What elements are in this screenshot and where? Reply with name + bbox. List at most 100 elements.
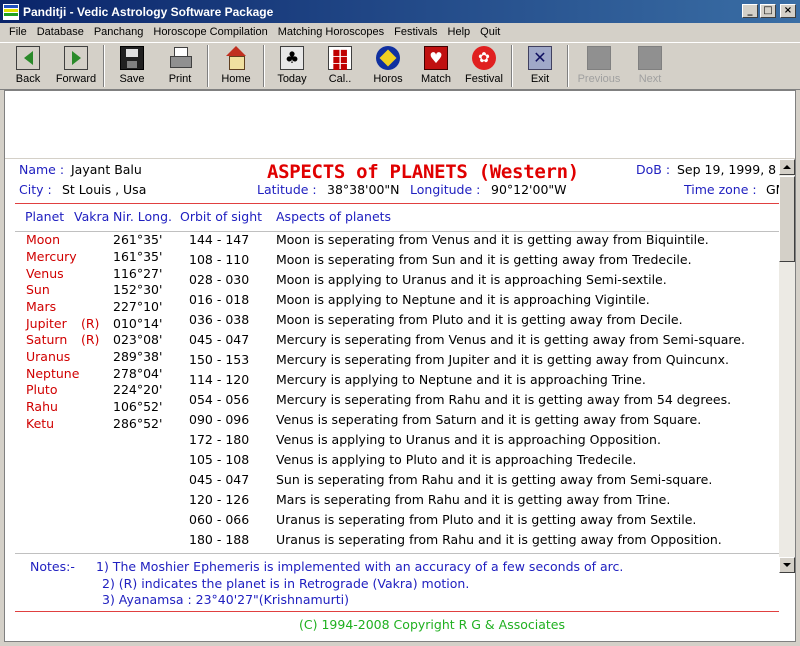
horos-label: Horos xyxy=(373,73,403,85)
aspect-orbit: 105 - 108 xyxy=(189,452,250,467)
home-label: Home xyxy=(221,73,251,85)
note-1: 1) The Moshier Ephemeris is implemented … xyxy=(96,559,624,574)
clubs-card-icon: ♣ xyxy=(280,46,304,70)
scroll-thumb[interactable] xyxy=(779,176,795,262)
aspect-text: Moon is seperating from Sun and it is ge… xyxy=(276,252,692,267)
aspect-row: 045 - 047 Mercury is seperating from Venu… xyxy=(5,332,779,352)
minimize-button[interactable]: _ xyxy=(742,4,758,18)
longitude-label: Longitude : xyxy=(410,182,481,197)
aspect-row: 120 - 126 Mars is seperating from Rahu an… xyxy=(5,492,779,512)
aspect-text: Mercury is seperating from Venus and it … xyxy=(276,332,745,347)
print-button[interactable]: Print xyxy=(156,43,204,89)
aspect-row: 105 - 108 Venus is applying to Pluto and … xyxy=(5,452,779,472)
toolbar-separator xyxy=(567,45,569,87)
report-title: ASPECTS of PLANETS (Western) xyxy=(267,161,579,183)
footer-divider xyxy=(15,611,779,612)
aspect-row: 016 - 018 Moon is applying to Neptune and… xyxy=(5,292,779,312)
menu-panchang[interactable]: Panchang xyxy=(89,26,149,38)
toolbar-separator xyxy=(263,45,265,87)
aspect-text: Venus is applying to Pluto and it is app… xyxy=(276,452,637,467)
aspect-text: Moon is applying to Uranus and it is app… xyxy=(276,272,667,287)
forward-button[interactable]: Forward xyxy=(52,43,100,89)
calendar-label: Cal.. xyxy=(328,73,352,85)
report-viewer: Name : Jayant Balu ASPECTS of PLANETS (W… xyxy=(4,90,796,642)
aspect-text: Uranus is seperating from Pluto and it i… xyxy=(276,512,697,527)
aspect-text: Sun is seperating from Rahu and it is ge… xyxy=(276,472,713,487)
aspect-orbit: 144 - 147 xyxy=(189,232,250,247)
horos-button[interactable]: Horos xyxy=(364,43,412,89)
menu-horoscope-compilation[interactable]: Horoscope Compilation xyxy=(148,26,272,38)
aspect-row: 114 - 120 Mercury is applying to Neptune … xyxy=(5,372,779,392)
aspect-row: 045 - 047 Sun is seperating from Rahu and… xyxy=(5,472,779,492)
aspect-orbit: 036 - 038 xyxy=(189,312,250,327)
match-button[interactable]: ♥ Match xyxy=(412,43,460,89)
exit-icon: ✕ xyxy=(528,46,552,70)
next-label: Next xyxy=(638,73,662,85)
col-orbit: Orbit of sight xyxy=(180,209,263,224)
aspect-text: Mars is seperating from Rahu and it is g… xyxy=(276,492,671,507)
aspect-row: 028 - 030 Moon is applying to Uranus and … xyxy=(5,272,779,292)
aspect-orbit: 114 - 120 xyxy=(189,372,250,387)
blank-header-area xyxy=(5,91,795,159)
calendar-button[interactable]: ■■ ■■ ■■ Cal.. xyxy=(316,43,364,89)
aspect-orbit: 054 - 056 xyxy=(189,392,250,407)
aspect-orbit: 045 - 047 xyxy=(189,332,250,347)
aspect-text: Mercury is applying to Neptune and it is… xyxy=(276,372,646,387)
save-label: Save xyxy=(119,73,145,85)
aspect-text: Venus is applying to Uranus and it is ap… xyxy=(276,432,661,447)
festival-icon: ✿ xyxy=(472,46,496,70)
back-label: Back xyxy=(15,73,41,85)
window-title: Panditji - Vedic Astrology Software Pack… xyxy=(23,4,274,19)
timezone-value: GM xyxy=(766,182,779,197)
menu-help[interactable]: Help xyxy=(443,26,476,38)
report-page: Name : Jayant Balu ASPECTS of PLANETS (W… xyxy=(5,159,779,641)
notes-label: Notes:- xyxy=(30,559,75,574)
exit-button[interactable]: ✕ Exit xyxy=(516,43,564,89)
print-label: Print xyxy=(168,73,192,85)
aspect-row: 180 - 188 Uranus is seperating from Rahu … xyxy=(5,532,779,552)
city-value: St Louis , Usa xyxy=(62,182,147,197)
latitude-label: Latitude : xyxy=(257,182,317,197)
app-icon xyxy=(3,3,19,20)
forward-label: Forward xyxy=(55,73,97,85)
festival-label: Festival xyxy=(465,73,503,85)
menu-festivals[interactable]: Festivals xyxy=(389,26,442,38)
forward-arrow-icon xyxy=(64,46,88,70)
aspect-row: 144 - 147 Moon is seperating from Venus a… xyxy=(5,232,779,252)
name-label: Name : xyxy=(19,162,65,177)
menu-matching-horoscopes[interactable]: Matching Horoscopes xyxy=(273,26,389,38)
menu-quit[interactable]: Quit xyxy=(475,26,505,38)
save-button[interactable]: Save xyxy=(108,43,156,89)
aspect-orbit: 016 - 018 xyxy=(189,292,250,307)
note-2: 2) (R) indicates the planet is in Retrog… xyxy=(102,576,470,591)
aspect-row: 090 - 096 Venus is seperating from Saturn… xyxy=(5,412,779,432)
aspect-orbit: 108 - 110 xyxy=(189,252,250,267)
header-divider xyxy=(15,203,779,204)
aspect-orbit: 060 - 066 xyxy=(189,512,250,527)
aspect-row: 054 - 056 Mercury is seperating from Rahu… xyxy=(5,392,779,412)
dob-value: Sep 19, 1999, 8 xyxy=(677,162,777,177)
dob-label: DoB : xyxy=(636,162,671,177)
aspect-row: 060 - 066 Uranus is seperating from Pluto… xyxy=(5,512,779,532)
back-arrow-icon xyxy=(16,46,40,70)
next-button[interactable]: Next xyxy=(626,43,674,89)
maximize-button[interactable]: □ xyxy=(760,4,776,18)
festival-button[interactable]: ✿ Festival xyxy=(460,43,508,89)
menu-database[interactable]: Database xyxy=(32,26,89,38)
close-button[interactable]: × xyxy=(780,4,796,18)
aspect-orbit: 150 - 153 xyxy=(189,352,250,367)
today-button[interactable]: ♣ Today xyxy=(268,43,316,89)
home-button[interactable]: Home xyxy=(212,43,260,89)
vertical-scrollbar[interactable] xyxy=(779,159,795,573)
scroll-down-button[interactable] xyxy=(779,557,795,573)
toolbar: Back Forward Save Print Home ♣ Today ■■ ■… xyxy=(0,42,800,90)
longitude-value: 90°12'00"W xyxy=(491,182,567,197)
previous-button[interactable]: Previous xyxy=(572,43,626,89)
home-icon xyxy=(224,46,248,70)
calendar-icon: ■■ ■■ ■■ xyxy=(328,46,352,71)
floppy-disk-icon xyxy=(120,46,144,70)
scroll-up-button[interactable] xyxy=(779,159,795,175)
col-planet: Planet xyxy=(25,209,65,224)
menu-file[interactable]: File xyxy=(4,26,32,38)
back-button[interactable]: Back xyxy=(4,43,52,89)
